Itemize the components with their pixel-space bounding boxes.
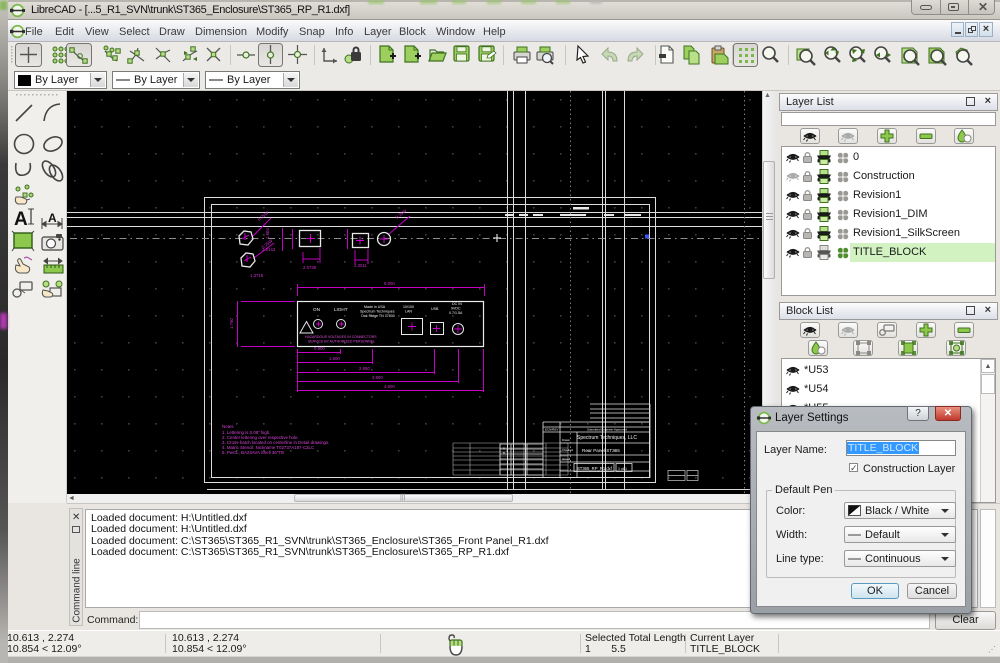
svg-text:2.3011: 2.3011 bbox=[354, 263, 367, 268]
svg-text:10/100: 10/100 bbox=[403, 305, 414, 309]
svg-text:A: A bbox=[503, 446, 505, 450]
svg-text:USB: USB bbox=[431, 307, 439, 311]
svg-text:HAZARDOUS VOLTAGES IN CONNECTO: HAZARDOUS VOLTAGES IN CONNECTORS bbox=[305, 335, 377, 339]
svg-text:A: A bbox=[48, 211, 57, 225]
svg-text:4.600: 4.600 bbox=[384, 384, 395, 389]
svg-text:Notes: Notes bbox=[222, 424, 234, 429]
svg-text:LAN: LAN bbox=[405, 310, 412, 314]
svg-text:Drawn: Drawn bbox=[562, 438, 571, 442]
svg-text:Rear Panel ST365: Rear Panel ST365 bbox=[582, 448, 620, 453]
svg-text:1.604: 1.604 bbox=[265, 228, 270, 239]
svg-text:ECN/REV: ECN/REV bbox=[545, 428, 558, 432]
svg-text:9VDC: 9VDC bbox=[451, 307, 461, 311]
svg-text:Made in USA: Made in USA bbox=[364, 305, 386, 309]
svg-text:Checked: Checked bbox=[562, 448, 573, 452]
svg-text:Submitted Engineer Approved: Submitted Engineer Approved bbox=[587, 428, 627, 432]
svg-text:SERVICE BY AUTHORIZED PERSONNE: SERVICE BY AUTHORIZED PERSONNEL bbox=[308, 340, 375, 344]
svg-text:2.950: 2.950 bbox=[359, 366, 370, 371]
svg-text:2.5143: 2.5143 bbox=[262, 247, 276, 252]
svg-text:B: B bbox=[503, 451, 505, 455]
svg-text:5.000: 5.000 bbox=[384, 281, 395, 286]
svg-text:LIGHT: LIGHT bbox=[334, 307, 348, 312]
svg-text:A: A bbox=[14, 209, 28, 230]
svg-text:1.600: 1.600 bbox=[329, 356, 340, 361]
svg-text:Spectrum Techniques, LLC: Spectrum Techniques, LLC bbox=[577, 435, 637, 441]
svg-text:2.0739: 2.0739 bbox=[303, 265, 317, 270]
svg-text:1 of 1: 1 of 1 bbox=[618, 467, 627, 471]
svg-text:Spectrum Techniques: Spectrum Techniques bbox=[360, 310, 395, 314]
svg-text:Oak Ridge TN 37830: Oak Ridge TN 37830 bbox=[361, 314, 395, 318]
svg-text:ST365_RP_R1.dxf: ST365_RP_R1.dxf bbox=[577, 466, 613, 471]
svg-text:ON: ON bbox=[313, 307, 320, 312]
svg-text:1.750: 1.750 bbox=[229, 318, 234, 329]
svg-text:Issued: Issued bbox=[562, 457, 571, 461]
svg-text:DC IN: DC IN bbox=[452, 302, 462, 306]
svg-text:5. PwCL, BA23AVA Shell 36"TB: 5. PwCL, BA23AVA Shell 36"TB bbox=[222, 450, 284, 455]
svg-text:1.3719: 1.3719 bbox=[250, 273, 264, 278]
svg-text:0.7/1.5A: 0.7/1.5A bbox=[449, 311, 463, 315]
svg-text:3.900: 3.900 bbox=[372, 375, 383, 380]
